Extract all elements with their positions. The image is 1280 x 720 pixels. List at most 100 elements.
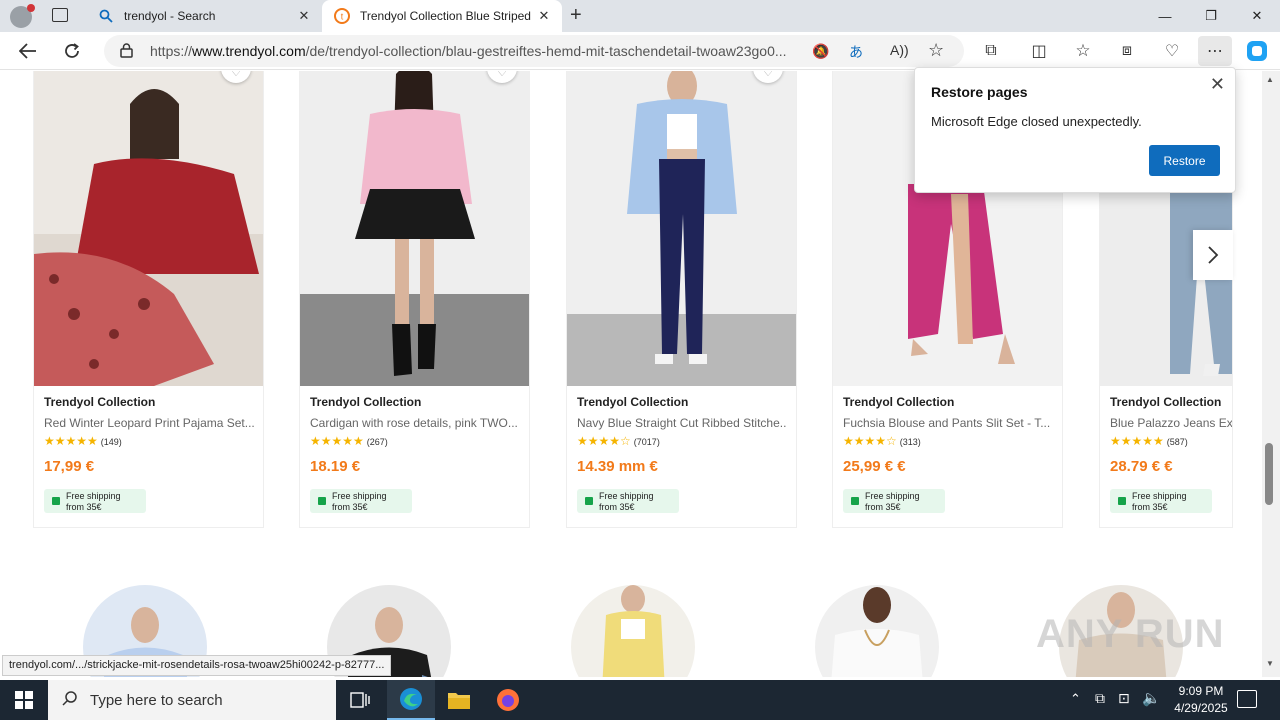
product-name[interactable]: Cardigan with rose details, pink TWO...: [310, 416, 520, 430]
category-circle[interactable]: [815, 585, 939, 677]
shipping-line1: Free shipping: [66, 491, 121, 501]
tab-title: trendyol - Search: [124, 9, 216, 23]
close-icon[interactable]: ✕: [1210, 74, 1225, 95]
refresh-button[interactable]: [57, 36, 87, 66]
clock-date: 4/29/2025: [1174, 701, 1228, 715]
product-image[interactable]: [34, 71, 263, 386]
rating-stars: ★★★★★ (267): [310, 434, 388, 448]
popup-title: Restore pages: [931, 84, 1028, 100]
product-name[interactable]: Red Winter Leopard Print Pajama Set...: [44, 416, 254, 430]
clock-time: 9:09 PM: [1178, 684, 1224, 698]
review-count: (267): [366, 437, 388, 447]
tab-actions-icon[interactable]: [52, 8, 68, 22]
product-image[interactable]: [300, 71, 529, 386]
show-hidden-icons[interactable]: ⌃: [1070, 691, 1081, 707]
network-icon[interactable]: ⊡: [1118, 690, 1130, 707]
shipping-line1: Free shipping: [332, 491, 387, 501]
edge-taskbar-icon[interactable]: [387, 680, 435, 720]
product-image[interactable]: [567, 71, 796, 386]
category-circle[interactable]: [571, 585, 695, 677]
split-screen-icon[interactable]: ◫: [1024, 36, 1054, 66]
device-icon[interactable]: ⧉: [1095, 690, 1105, 707]
windows-taskbar: Type here to search ⌃ ⧉ ⊡ 🔈 9:09 PM 4/29…: [0, 680, 1280, 720]
stars-icon: ★★★★☆: [577, 434, 631, 448]
scroll-up-icon[interactable]: ▲: [1266, 75, 1274, 84]
gift-icon: [1118, 497, 1126, 505]
product-price: 14.39 mm €: [577, 458, 658, 475]
collections-icon[interactable]: ⧈: [1112, 36, 1142, 66]
performance-icon[interactable]: ♡: [1157, 36, 1187, 66]
gift-icon: [318, 497, 326, 505]
close-tab-icon[interactable]: ✕: [296, 8, 312, 24]
favorites-icon[interactable]: ☆: [1068, 36, 1098, 66]
product-card[interactable]: Trendyol Collection Navy Blue Straight C…: [566, 71, 797, 528]
product-price: 25,99 € €: [843, 458, 906, 475]
scroll-thumb[interactable]: [1265, 443, 1273, 505]
taskbar-clock[interactable]: 9:09 PM 4/29/2025: [1160, 683, 1242, 717]
free-shipping-badge: Free shipping from 35€: [44, 489, 146, 513]
free-shipping-badge: Free shipping from 35€: [843, 489, 945, 513]
rating-stars: ★★★★★ (149): [44, 434, 122, 448]
scroll-down-icon[interactable]: ▼: [1266, 659, 1274, 668]
review-count: (7017): [633, 437, 660, 447]
taskbar-search-input[interactable]: Type here to search: [48, 680, 336, 720]
product-brand: Trendyol Collection: [843, 395, 955, 409]
gift-icon: [851, 497, 859, 505]
close-tab-icon[interactable]: ✕: [536, 8, 552, 24]
restore-button[interactable]: Restore: [1149, 145, 1220, 176]
carousel-next-button[interactable]: [1193, 230, 1233, 280]
tab-search[interactable]: trendyol - Search ✕: [86, 0, 322, 32]
address-bar[interactable]: https://www.trendyol.com/de/trendyol-col…: [104, 35, 964, 67]
notifications-blocked-icon[interactable]: 🔕: [812, 43, 829, 60]
stars-icon: ★★★★★: [44, 434, 98, 448]
volume-icon[interactable]: 🔈: [1142, 689, 1161, 707]
shipping-line1: Free shipping: [599, 491, 654, 501]
lock-icon[interactable]: [120, 43, 133, 63]
translate-icon[interactable]: あ: [849, 42, 863, 62]
anyrun-watermark: ANY RUN: [1036, 612, 1225, 656]
task-view-icon[interactable]: [336, 680, 384, 720]
file-explorer-icon[interactable]: [435, 680, 483, 720]
close-window-button[interactable]: ✕: [1234, 0, 1280, 32]
review-count: (313): [899, 437, 921, 447]
scrollbar[interactable]: ▲ ▼: [1262, 71, 1280, 677]
product-card[interactable]: Trendyol Collection Red Winter Leopard P…: [33, 71, 264, 528]
restore-pages-popup: Restore pages Microsoft Edge closed unex…: [914, 67, 1236, 193]
title-bar: trendyol - Search ✕ t Trendyol Collectio…: [0, 0, 1280, 32]
product-name[interactable]: Navy Blue Straight Cut Ribbed Stitche...: [577, 416, 787, 430]
restore-window-button[interactable]: ❐: [1188, 0, 1234, 32]
settings-menu-icon[interactable]: ⋯: [1198, 36, 1232, 66]
shipping-line2: from 35€: [1132, 502, 1168, 512]
product-brand: Trendyol Collection: [310, 395, 422, 409]
copilot-icon[interactable]: [1242, 36, 1272, 66]
tab-product[interactable]: t Trendyol Collection Blue Striped ✕: [322, 0, 562, 32]
search-icon: [62, 690, 78, 710]
tab-title: Trendyol Collection Blue Striped: [360, 9, 531, 23]
rating-stars: ★★★★★ (587): [1110, 434, 1188, 448]
shipping-line1: Free shipping: [865, 491, 920, 501]
product-name[interactable]: Fuchsia Blouse and Pants Slit Set - T...: [843, 416, 1053, 430]
product-name[interactable]: Blue Palazzo Jeans Ex: [1110, 416, 1232, 430]
product-price: 18.19 €: [310, 458, 361, 475]
popup-message: Microsoft Edge closed unexpectedly.: [931, 114, 1142, 129]
back-button[interactable]: [13, 36, 43, 66]
shipping-line2: from 35€: [599, 502, 635, 512]
read-aloud-icon[interactable]: A)): [890, 42, 909, 58]
new-tab-button[interactable]: +: [570, 4, 590, 28]
minimize-button[interactable]: —: [1142, 0, 1188, 32]
windows-start-icon[interactable]: [0, 680, 48, 720]
rating-stars: ★★★★☆ (313): [843, 434, 921, 448]
product-card[interactable]: Trendyol Collection Cardigan with rose d…: [299, 71, 530, 528]
gift-icon: [52, 497, 60, 505]
profile-avatar[interactable]: [10, 4, 35, 28]
url-domain: www.trendyol.com: [192, 43, 306, 59]
firefox-icon[interactable]: [484, 680, 532, 720]
svg-text:t: t: [341, 12, 344, 22]
notification-center-icon[interactable]: [1237, 690, 1257, 708]
navigation-bar: https://www.trendyol.com/de/trendyol-col…: [0, 32, 1280, 70]
stars-icon: ★★★★★: [310, 434, 364, 448]
favorite-star-icon[interactable]: ☆: [928, 40, 944, 61]
extensions-icon[interactable]: ⧉: [976, 36, 1006, 66]
url-prefix: https://: [150, 43, 193, 59]
gift-icon: [585, 497, 593, 505]
